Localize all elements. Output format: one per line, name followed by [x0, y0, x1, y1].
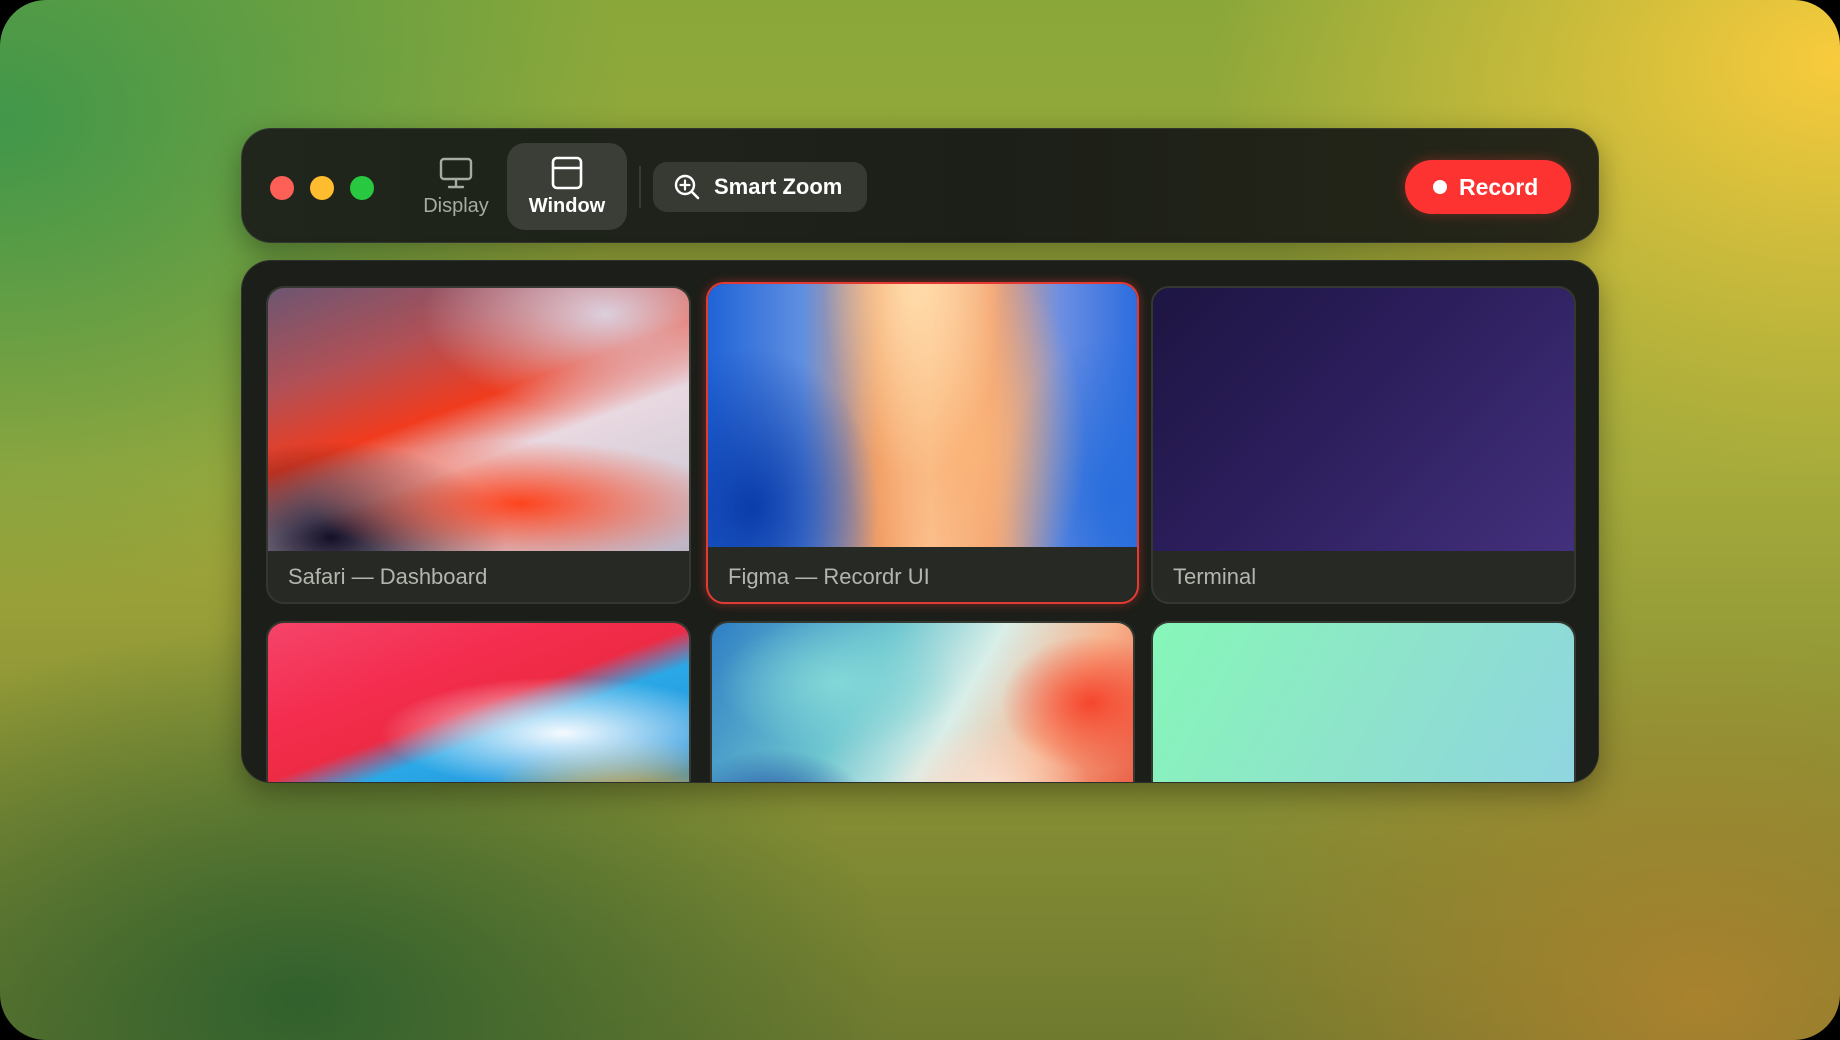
window-picker-panel: Safari — Dashboard Figma — Recordr UI Te… [241, 260, 1599, 783]
toolbar-divider [639, 166, 641, 208]
zoom-in-icon [674, 174, 700, 200]
window-card-label: Figma — Recordr UI [728, 564, 930, 589]
record-label: Record [1459, 173, 1539, 200]
window-card-terminal[interactable]: Terminal [1151, 286, 1576, 604]
window-thumbnail [708, 284, 1137, 547]
record-button[interactable]: Record [1405, 160, 1571, 214]
window-card[interactable] [266, 621, 691, 782]
window-card-label: Safari — Dashboard [288, 564, 488, 589]
window-card-safari[interactable]: Safari — Dashboard [266, 286, 691, 604]
close-window-button[interactable] [270, 176, 294, 200]
record-dot-icon [1433, 180, 1447, 194]
source-mode-window[interactable]: Window [507, 143, 627, 230]
window-icon [551, 156, 583, 190]
window-card-figma[interactable]: Figma — Recordr UI [706, 282, 1139, 604]
desktop-background: Display Window Smart Zoom Record Safari … [0, 0, 1840, 1040]
smart-zoom-label: Smart Zoom [714, 174, 843, 199]
recorder-toolbar: Display Window Smart Zoom Record [241, 128, 1599, 243]
window-card-label: Terminal [1173, 564, 1257, 589]
monitor-icon [439, 157, 473, 189]
source-mode-label: Window [528, 195, 606, 217]
window-thumbnail [1153, 623, 1574, 782]
window-thumbnail [1153, 288, 1574, 551]
smart-zoom-button[interactable]: Smart Zoom [653, 162, 867, 212]
source-mode-label: Display [423, 195, 489, 217]
minimize-window-button[interactable] [310, 176, 334, 200]
window-card[interactable] [1151, 621, 1576, 782]
window-card[interactable] [710, 621, 1135, 782]
window-thumbnail [268, 288, 689, 551]
source-mode-display[interactable]: Display [404, 143, 508, 230]
zoom-window-button[interactable] [350, 176, 374, 200]
window-thumbnail [712, 623, 1133, 782]
window-thumbnail [268, 623, 689, 782]
